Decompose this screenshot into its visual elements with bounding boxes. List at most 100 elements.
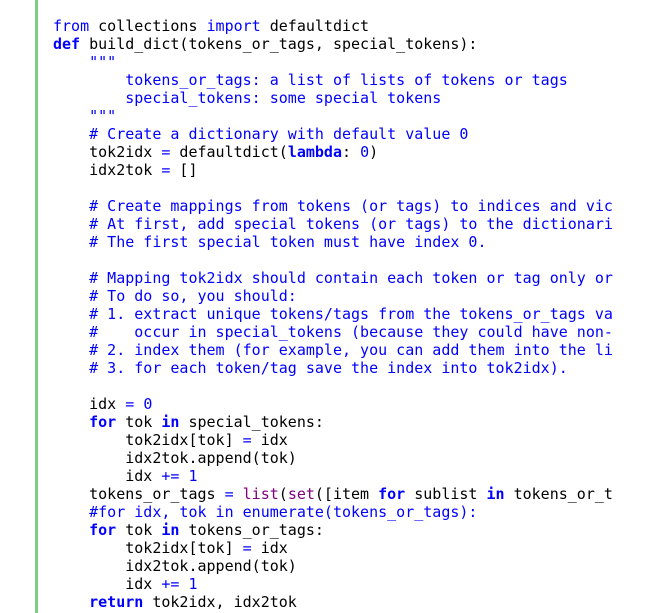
line-text: tok2idx = defaultdict(lambda: 0) (53, 143, 378, 161)
line-text: tokens_or_tags = list(set([item for subl… (53, 485, 613, 503)
code-token: tokens_or_tags (53, 485, 225, 503)
code-line[interactable]: 21 (38, 377, 650, 395)
code-token: # Create mappings from tokens (or tags) … (53, 197, 613, 215)
code-token: defaultdict( (170, 143, 288, 161)
code-token: tok (116, 413, 162, 431)
line-text: for tok in special_tokens: (53, 413, 324, 431)
code-token: # 2. index them (for example, you can ad… (53, 341, 613, 359)
code-line[interactable]: 2def build_dict(tokens_or_tags, special_… (38, 35, 650, 53)
code-token: [] (170, 161, 198, 179)
code-token: # To do so, you should: (53, 287, 297, 305)
code-token: in (161, 521, 180, 539)
code-line[interactable]: 6 """ (38, 107, 650, 125)
code-area[interactable]: 1from collections import defaultdict2def… (38, 17, 650, 611)
code-token: # occur in special_tokens (because they … (53, 323, 613, 341)
line-text: idx += 1 (53, 467, 197, 485)
code-line[interactable]: 25 idx2tok.append(tok) (38, 449, 650, 467)
code-token: ([item (314, 485, 379, 503)
code-line[interactable]: 31 idx2tok.append(tok) (38, 557, 650, 575)
code-line[interactable]: 29 for tok in tokens_or_tags: (38, 521, 650, 539)
code-token: 0 (143, 395, 153, 413)
code-line[interactable]: 5 special_tokens: some special tokens (38, 89, 650, 107)
code-line[interactable]: 19 # 2. index them (for example, you can… (38, 341, 650, 359)
code-token: 0 (360, 143, 370, 161)
code-line[interactable]: 7 # Create a dictionary with default val… (38, 125, 650, 143)
code-token: collections (89, 17, 207, 35)
line-text: # 3. for each token/tag save the index i… (53, 359, 568, 377)
line-text: idx += 1 (53, 575, 197, 593)
code-line[interactable]: 23 for tok in special_tokens: (38, 413, 650, 431)
code-token: # The first special token must have inde… (53, 233, 487, 251)
line-text: idx2tok.append(tok) (53, 449, 297, 467)
code-token: defaultdict (260, 17, 370, 35)
code-line[interactable]: 32 idx += 1 (38, 575, 650, 593)
code-line[interactable]: 28 #for idx, tok in enumerate(tokens_or_… (38, 503, 650, 521)
code-token: in (161, 413, 180, 431)
code-line[interactable]: 30 tok2idx[tok] = idx (38, 539, 650, 557)
code-line[interactable]: 24 tok2idx[tok] = idx (38, 431, 650, 449)
code-token: # 3. for each token/tag save the index i… (53, 359, 568, 377)
code-line[interactable]: 20 # 3. for each token/tag save the inde… (38, 359, 650, 377)
line-text: # At first, add special tokens (or tags)… (53, 215, 613, 233)
line-text: # Mapping tok2idx should contain each to… (53, 269, 613, 287)
line-text: tok2idx[tok] = idx (53, 539, 288, 557)
code-line[interactable]: 33 return tok2idx, idx2tok (38, 593, 650, 611)
code-line[interactable]: 4 tokens_or_tags: a list of lists of tok… (38, 71, 650, 89)
code-line[interactable]: 22 idx = 0 (38, 395, 650, 413)
code-line[interactable]: 13 # The first special token must have i… (38, 233, 650, 251)
line-text: # Create mappings from tokens (or tags) … (53, 197, 613, 215)
code-token: #for idx, tok in enumerate(tokens_or_tag… (53, 503, 478, 521)
code-token: = (242, 431, 252, 449)
code-token: tok2idx, idx2tok (143, 593, 297, 611)
code-line[interactable]: 14 (38, 251, 650, 269)
code-token: """ (53, 107, 117, 125)
code-line[interactable]: 26 idx += 1 (38, 467, 650, 485)
code-token: idx (53, 395, 126, 413)
code-token: idx (53, 575, 162, 593)
line-text: idx2tok.append(tok) (53, 557, 297, 575)
code-token: sublist (405, 485, 487, 503)
code-line[interactable]: 8 tok2idx = defaultdict(lambda: 0) (38, 143, 650, 161)
code-token: tok (116, 521, 162, 539)
line-text: special_tokens: some special tokens (53, 89, 441, 107)
line-text: idx2tok = [] (53, 161, 198, 179)
code-line[interactable]: 11 # Create mappings from tokens (or tag… (38, 197, 650, 215)
code-editor[interactable]: 1from collections import defaultdict2def… (0, 0, 650, 613)
line-text: idx = 0 (53, 395, 152, 413)
code-token: tok2idx (53, 143, 162, 161)
code-line[interactable]: 1from collections import defaultdict (38, 17, 650, 35)
code-token: in (486, 485, 505, 503)
code-token: for (378, 485, 406, 503)
code-token: set (287, 485, 315, 503)
line-text: tok2idx[tok] = idx (53, 431, 288, 449)
code-token: ) (369, 143, 379, 161)
code-token: lambda (287, 143, 342, 161)
code-token: idx2tok (53, 161, 162, 179)
code-line[interactable]: 16 # To do so, you should: (38, 287, 650, 305)
line-text: # 1. extract unique tokens/tags from the… (53, 305, 613, 323)
line-text: tokens_or_tags: a list of lists of token… (53, 71, 568, 89)
code-line[interactable]: 3 """ (38, 53, 650, 71)
code-line[interactable]: 27 tokens_or_tags = list(set([item for s… (38, 485, 650, 503)
code-token: tokens_or_tags: (179, 521, 324, 539)
code-line[interactable]: 17 # 1. extract unique tokens/tags from … (38, 305, 650, 323)
code-token: for (89, 413, 117, 431)
code-line[interactable]: 12 # At first, add special tokens (or ta… (38, 215, 650, 233)
line-text: # To do so, you should: (53, 287, 297, 305)
line-text: # 2. index them (for example, you can ad… (53, 341, 613, 359)
line-text: # Create a dictionary with default value… (53, 125, 468, 143)
code-token: idx (251, 539, 288, 557)
line-text: for tok in tokens_or_tags: (53, 521, 324, 539)
line-number-gutter (0, 0, 35, 613)
code-token: += (161, 467, 180, 485)
code-line[interactable]: 9 idx2tok = [] (38, 161, 650, 179)
code-token: tok2idx[tok] (53, 431, 243, 449)
code-line[interactable]: 10 (38, 179, 650, 197)
code-line[interactable]: 15 # Mapping tok2idx should contain each… (38, 269, 650, 287)
code-line[interactable]: 18 # occur in special_tokens (because th… (38, 323, 650, 341)
